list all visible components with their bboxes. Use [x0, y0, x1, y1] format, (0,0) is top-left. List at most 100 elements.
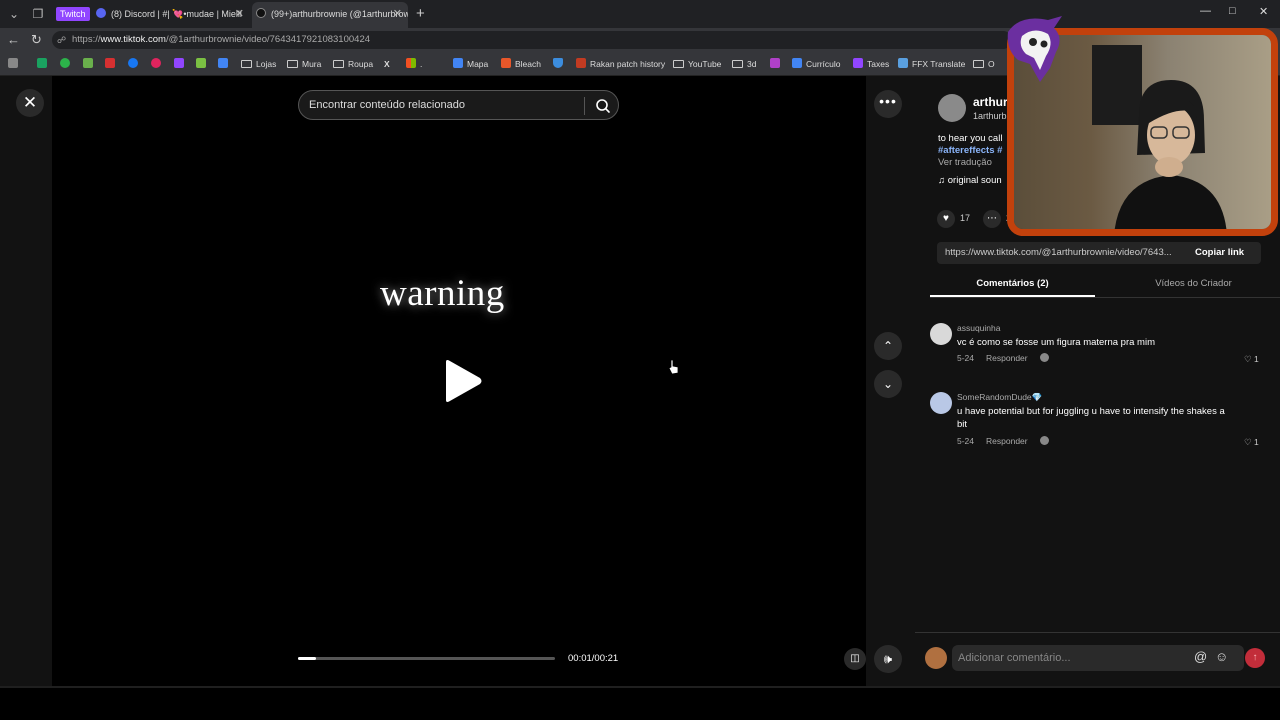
site-info-icon[interactable]: ☍	[57, 31, 66, 49]
bookmark-icon-7[interactable]	[218, 57, 232, 71]
video-hashtags[interactable]: #aftereffects #	[938, 145, 1002, 156]
close-tab-icon[interactable]: ✕	[235, 4, 244, 24]
translate-link[interactable]: Ver tradução	[938, 157, 992, 168]
tab-list-chevron-icon[interactable]: ⌄	[4, 4, 24, 24]
play-icon[interactable]	[440, 358, 484, 404]
x-icon[interactable]: X	[384, 57, 390, 71]
bookmark-3d[interactable]: 3d	[732, 57, 756, 71]
restore-button[interactable]: □	[1229, 5, 1236, 17]
close-tab-icon[interactable]: ✕	[393, 2, 402, 26]
commenter-avatar[interactable]	[930, 392, 952, 414]
bookmark-icon-1[interactable]	[37, 57, 51, 71]
skull-mascot-icon	[1007, 16, 1062, 82]
comment-icon: ⋯	[983, 210, 1001, 228]
facebook-icon[interactable]	[128, 57, 142, 71]
like-button[interactable]: ♥ 17	[937, 210, 970, 228]
tab-discord[interactable]: (8) Discord | #| 💘•mudae | Mielli ✕	[96, 4, 246, 24]
tab-comments[interactable]: Comentários (2)	[930, 278, 1095, 297]
url-host: www.tiktok.com	[100, 34, 166, 45]
reply-button[interactable]: Responder	[986, 353, 1028, 363]
previous-video-button[interactable]: ⌃	[874, 332, 902, 360]
rakan-icon	[576, 58, 586, 68]
reading-list-icon[interactable]	[8, 57, 22, 71]
reply-button[interactable]: Responder	[986, 436, 1028, 446]
bookmark-ffx-translate[interactable]: FFX Translate	[898, 57, 965, 71]
heart-outline-icon: ♡	[1244, 437, 1252, 447]
comment-item: assuquinha vc é como se fosse um figura …	[930, 323, 1275, 369]
next-video-button[interactable]: ⌄	[874, 370, 902, 398]
video-progress-bar[interactable]	[298, 657, 555, 660]
comment-username[interactable]: assuquinha	[957, 323, 1000, 333]
bookmark-icon-3[interactable]	[83, 57, 97, 71]
video-description: to hear you call	[938, 133, 1003, 144]
comment-date: 5-24	[957, 353, 975, 363]
panel-tabs: Comentários (2) Vídeos do Criador	[930, 274, 1280, 298]
comment-like[interactable]: ♡ 1	[1244, 437, 1259, 448]
taskbar-strip	[0, 686, 1280, 720]
share-link-url[interactable]: https://www.tiktok.com/@1arthurbrownie/v…	[945, 247, 1185, 258]
new-tab-button[interactable]: +	[416, 4, 425, 24]
twitch-bookmark-icon[interactable]	[174, 57, 188, 71]
bookmark-mapa[interactable]: Mapa	[453, 57, 488, 71]
volume-icon[interactable]: 🕪	[874, 645, 902, 673]
close-window-button[interactable]: ✕	[1259, 5, 1268, 18]
bookmark-curriculo[interactable]: Currículo	[792, 57, 840, 71]
bookmark-shield[interactable]	[553, 57, 567, 71]
docs-icon	[792, 58, 802, 68]
search-icon[interactable]	[594, 97, 612, 115]
bookmark-bleach[interactable]: Bleach	[501, 57, 541, 71]
bookmark-lojas[interactable]: Lojas	[241, 57, 276, 71]
video-overlay-text: warning	[380, 273, 505, 314]
close-video-button[interactable]: ✕	[16, 89, 44, 117]
bookmark-icon-6[interactable]	[196, 57, 210, 71]
bookmark-taxes[interactable]: Taxes	[853, 57, 889, 71]
comment-meta: 5-24 Responder	[957, 353, 1061, 363]
like-count: 17	[960, 213, 971, 223]
creator-handle[interactable]: 1arthurb	[973, 111, 1007, 121]
copy-link-button[interactable]: Copiar link	[1195, 247, 1244, 258]
minimize-button[interactable]: —	[1200, 5, 1211, 17]
folder-icon	[333, 60, 344, 68]
bookmark-rakan[interactable]: Rakan patch history	[576, 57, 665, 71]
comment-like[interactable]: ♡ 1	[1244, 354, 1259, 365]
comment-username[interactable]: SomeRandomDude💎	[957, 392, 1042, 403]
comment-composer: Adicionar comentário... @ ☺ ↑	[915, 632, 1280, 686]
bookmark-youtube[interactable]: YouTube	[673, 57, 721, 71]
more-options-button[interactable]: •••	[874, 90, 902, 118]
url-field[interactable]: ☍ https://www.tiktok.com/@1arthurbrownie…	[52, 31, 1012, 49]
tab-label: (99+)arthurbrownie (@1arthurbrownie	[271, 9, 408, 19]
discord-icon	[96, 8, 106, 18]
bookmark-icon-2[interactable]	[60, 57, 74, 71]
search-placeholder: Encontrar conteúdo relacionado	[309, 99, 465, 111]
video-stage: ✕ Encontrar conteúdo relacionado warning…	[0, 76, 915, 686]
bookmark-o[interactable]: O	[973, 57, 995, 71]
folder-icon	[732, 60, 743, 68]
bookmark-icon-5[interactable]	[151, 57, 165, 71]
bookmark-icon-4[interactable]	[105, 57, 119, 71]
bookmark-microsoft[interactable]: .	[406, 57, 422, 71]
twitch-tab-badge[interactable]: Twitch	[56, 7, 90, 21]
send-comment-button[interactable]: ↑	[1245, 648, 1265, 668]
comment-input[interactable]: Adicionar comentário... @ ☺	[952, 645, 1244, 671]
reload-icon[interactable]: ↻	[31, 32, 42, 48]
comment-item: SomeRandomDude💎 u have potential but for…	[930, 392, 1275, 448]
commenter-avatar[interactable]	[930, 323, 952, 345]
sound-link[interactable]: ♫ original soun	[938, 175, 1002, 186]
bookmark-mura[interactable]: Mura	[287, 57, 321, 71]
creator-username[interactable]: arthur	[973, 95, 1008, 109]
shield-icon	[553, 58, 563, 68]
bookmark-icon-8[interactable]	[770, 57, 784, 71]
back-arrow-icon[interactable]: ←	[7, 32, 20, 48]
bookmark-roupa[interactable]: Roupa	[333, 57, 373, 71]
related-content-search[interactable]: Encontrar conteúdo relacionado	[298, 90, 619, 120]
emoji-icon[interactable]: ☺	[1215, 649, 1228, 664]
workspaces-icon[interactable]: ❐	[28, 4, 48, 24]
share-link-box: https://www.tiktok.com/@1arthurbrownie/v…	[937, 242, 1261, 264]
creator-avatar[interactable]	[938, 94, 966, 122]
folder-icon	[673, 60, 684, 68]
tab-tiktok[interactable]: (99+)arthurbrownie (@1arthurbrownie ✕	[252, 2, 408, 28]
picture-in-picture-icon[interactable]: ◫	[844, 648, 866, 670]
mention-icon[interactable]: @	[1194, 649, 1207, 664]
tab-creator-videos[interactable]: Vídeos do Criador	[1111, 278, 1276, 289]
heart-icon: ♥	[937, 210, 955, 228]
